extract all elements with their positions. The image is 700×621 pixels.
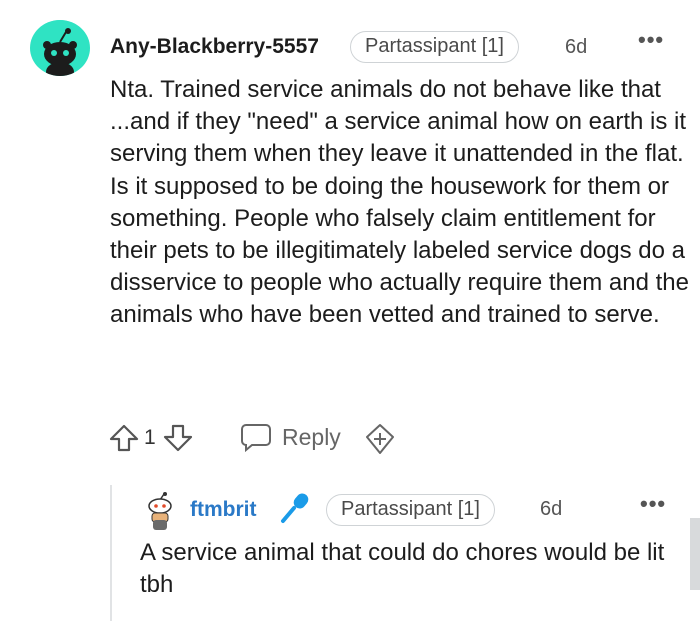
comment-author[interactable]: Any-Blackberry-5557: [110, 35, 319, 59]
reply-age: 6d: [540, 498, 563, 520]
reply-label: Reply: [282, 423, 341, 450]
more-options-icon[interactable]: •••: [638, 29, 664, 51]
comment-text: Nta. Trained service animals do not beha…: [110, 76, 689, 329]
avatar[interactable]: [30, 20, 90, 76]
microphone-icon: [278, 492, 312, 531]
thread-line[interactable]: [110, 485, 112, 621]
reply-avatar[interactable]: [142, 492, 178, 532]
snoo-avatar-icon: [32, 20, 88, 76]
upvote-icon[interactable]: [108, 422, 140, 454]
reply-body: A service animal that could do chores wo…: [140, 539, 665, 598]
award-icon: [366, 424, 394, 454]
scrollbar[interactable]: [690, 518, 700, 590]
downvote-icon[interactable]: [162, 422, 194, 454]
comment-age: 6d: [565, 36, 588, 58]
reply-user-flair: Partassipant [1]: [326, 494, 495, 526]
user-flair: Partassipant [1]: [350, 31, 519, 63]
award-button[interactable]: [363, 422, 397, 461]
reply-button[interactable]: Reply: [240, 422, 341, 452]
reply-icon: [241, 424, 271, 452]
vote-controls: 1: [108, 420, 194, 456]
reply-author[interactable]: ftmbrit: [190, 498, 257, 522]
snoo-avatar-small-icon: [148, 492, 172, 530]
comment-body: Nta. Trained service animals do not beha…: [110, 74, 690, 332]
reply-more-options-icon[interactable]: •••: [640, 493, 666, 515]
vote-count: 1: [144, 426, 156, 449]
